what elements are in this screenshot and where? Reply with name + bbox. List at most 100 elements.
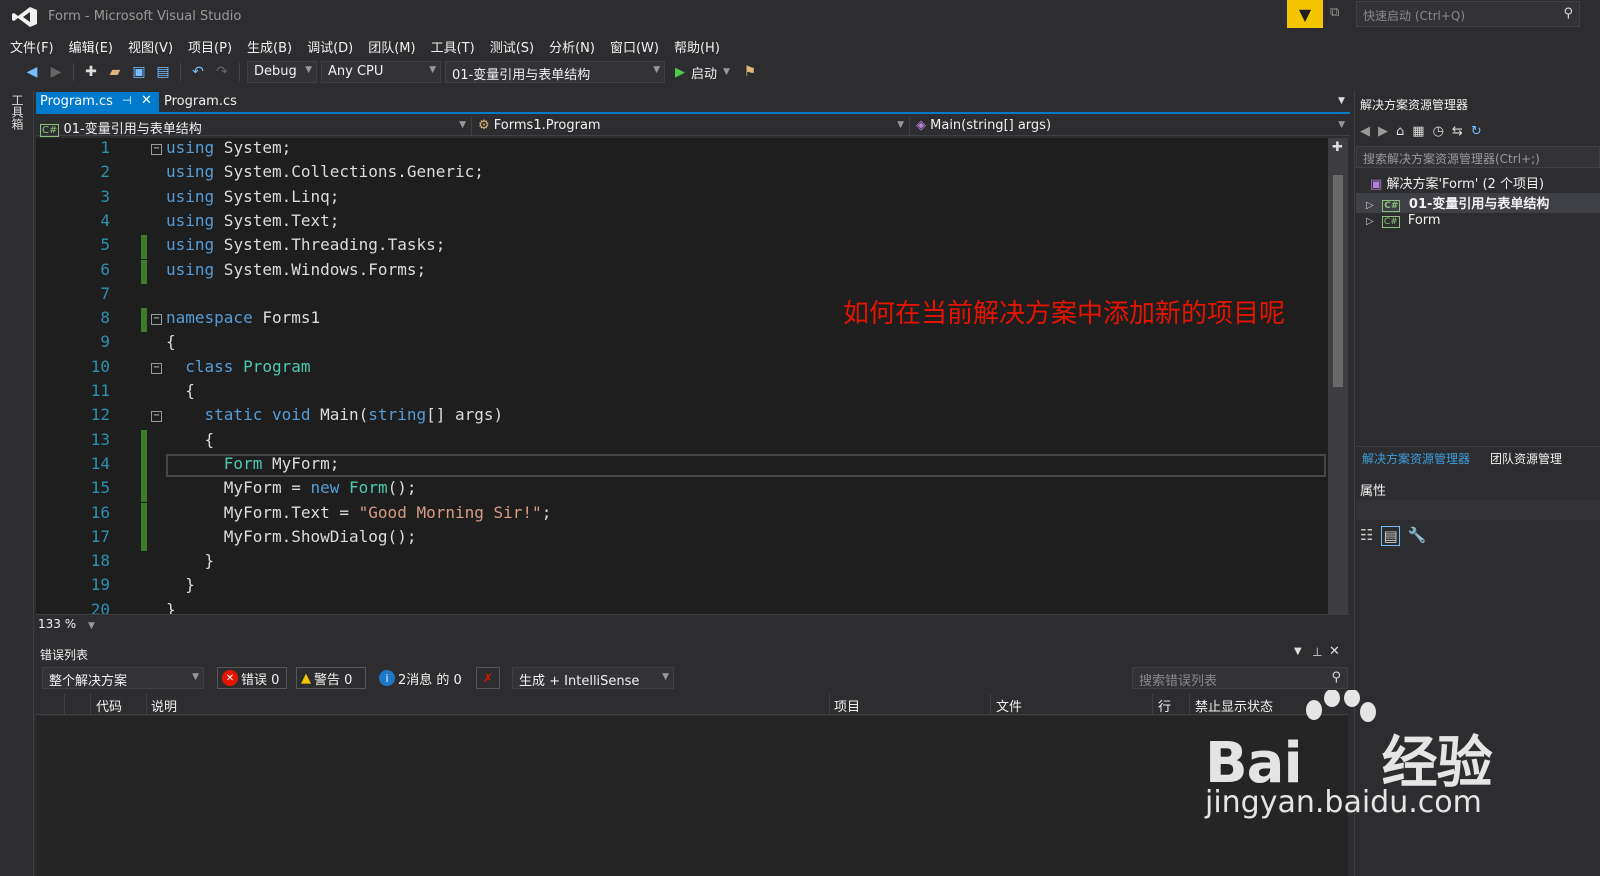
project-node-form[interactable]: ▷ C# Form: [1356, 213, 1600, 233]
column-suppression-state[interactable]: 禁止显示状态: [1195, 696, 1273, 715]
project-node-01[interactable]: ▷ C# 01-变量引用与表单结构: [1356, 193, 1600, 213]
categorized-icon[interactable]: ☷: [1360, 526, 1373, 546]
redo-icon[interactable]: ↷: [212, 62, 232, 82]
tab-solution-explorer[interactable]: 解决方案资源管理器: [1362, 450, 1470, 467]
menu-view[interactable]: 视图(V): [124, 34, 184, 56]
code-line[interactable]: 20}: [36, 600, 1330, 614]
save-icon[interactable]: ▣: [129, 62, 149, 82]
notification-filter-icon[interactable]: ▼: [1287, 0, 1323, 28]
menu-analyze[interactable]: 分析(N): [545, 34, 606, 56]
project-dropdown[interactable]: C# 01-变量引用与表单结构 ▼: [36, 117, 472, 137]
menu-test[interactable]: 测试(S): [486, 34, 545, 56]
find-in-files-icon[interactable]: ⚑: [740, 62, 760, 82]
sync-icon[interactable]: ⇆: [1452, 124, 1463, 139]
zoom-level[interactable]: 133 % ▼: [38, 617, 95, 631]
column-code[interactable]: 代码: [96, 696, 122, 715]
code-line[interactable]: 15 MyForm = new Form();: [36, 478, 1330, 503]
collapse-icon[interactable]: −: [151, 411, 162, 423]
pin-icon[interactable]: ⊣: [122, 94, 132, 107]
errors-filter-button[interactable]: ✕ 错误 0: [217, 667, 287, 689]
code-line[interactable]: 14 Form MyForm;: [36, 453, 1330, 478]
code-line[interactable]: 3 using System.Linq;: [36, 187, 1330, 211]
close-icon[interactable]: ✕: [141, 93, 152, 108]
menu-debug[interactable]: 调试(D): [303, 34, 364, 56]
code-line[interactable]: 17 MyForm.ShowDialog();: [36, 526, 1330, 551]
save-all-icon[interactable]: ▤: [153, 62, 173, 82]
tab-team-explorer[interactable]: 团队资源管理: [1490, 450, 1562, 467]
code-editor[interactable]: 1− using System; 2 using System.Collections…: [36, 138, 1330, 614]
collapse-icon[interactable]: −: [151, 314, 162, 326]
toolbox-tab[interactable]: 工具箱: [8, 94, 26, 130]
new-project-icon[interactable]: ✚: [81, 62, 101, 82]
startup-project-select[interactable]: 01-变量引用与表单结构 ▼: [445, 61, 665, 83]
platform-select[interactable]: Any CPU ▼: [321, 61, 441, 83]
home-icon[interactable]: ⌂: [1396, 124, 1404, 139]
column-line[interactable]: 行: [1158, 696, 1171, 715]
forward-icon[interactable]: ▶: [1378, 124, 1388, 139]
properties-object-select[interactable]: [1356, 500, 1600, 520]
pin-icon[interactable]: ⊥: [1312, 645, 1322, 659]
wrench-icon[interactable]: 🔧: [1408, 526, 1427, 546]
messages-filter-button[interactable]: i 2消息 的 0: [374, 667, 468, 689]
line-number: 7: [100, 283, 110, 303]
tab-list-dropdown-icon[interactable]: ▼: [1338, 96, 1345, 106]
error-scope-select[interactable]: 整个解决方案 ▼: [42, 667, 204, 689]
column-project[interactable]: 项目: [834, 696, 860, 715]
column-file[interactable]: 文件: [996, 696, 1022, 715]
menu-help[interactable]: 帮助(H): [670, 34, 731, 56]
solution-node[interactable]: ▣ 解决方案'Form' (2 个项目): [1356, 173, 1600, 193]
error-search-input[interactable]: 搜索错误列表 ⚲: [1132, 667, 1348, 689]
pending-changes-icon[interactable]: ◷: [1433, 124, 1444, 139]
back-icon[interactable]: ◀: [1360, 124, 1370, 139]
error-source-select[interactable]: 生成 + IntelliSense ▼: [512, 667, 674, 689]
solution-search-input[interactable]: 搜索解决方案资源管理器(Ctrl+;): [1356, 146, 1600, 168]
code-line[interactable]: 1 − using System;: [36, 138, 1330, 162]
code-line[interactable]: 12 − static void Main(string[] args): [36, 405, 1330, 429]
code-line[interactable]: 2 using System.Collections.Generic;: [36, 162, 1330, 186]
member-dropdown[interactable]: ◈ Main(string[] args) ▼: [912, 117, 1350, 136]
clear-filter-button[interactable]: ✗: [476, 667, 500, 689]
menu-tools[interactable]: 工具(T): [427, 34, 486, 56]
code-line[interactable]: 10 − class Program: [36, 357, 1330, 381]
code-line[interactable]: 19 }: [36, 575, 1330, 599]
code-line[interactable]: 16 MyForm.Text = "Good Morning Sir!";: [36, 502, 1330, 527]
split-window-icon[interactable]: ✚: [1332, 140, 1343, 155]
start-debugging-button[interactable]: ▶ 启动 ▼: [669, 63, 736, 82]
code-line[interactable]: 13 {: [36, 429, 1330, 454]
back-icon[interactable]: ◀: [22, 62, 42, 82]
code-line[interactable]: 11 {: [36, 381, 1330, 405]
scrollbar-thumb[interactable]: [1333, 175, 1343, 387]
startup-project-value: 01-变量引用与表单结构: [452, 68, 591, 83]
solution-icon: ▣: [1370, 177, 1383, 192]
property-pages-icon[interactable]: ▤: [1381, 526, 1400, 546]
tab-program-cs[interactable]: Program.cs: [164, 94, 237, 109]
solution-config-select[interactable]: Debug ▼: [247, 61, 317, 83]
collapse-icon[interactable]: −: [151, 144, 162, 155]
chevron-down-icon: ▼: [1338, 120, 1345, 130]
warnings-filter-button[interactable]: ▲ 警告 0: [296, 667, 366, 689]
code-line[interactable]: 6 using System.Windows.Forms;: [36, 259, 1330, 284]
search-icon[interactable]: ⚲: [1563, 6, 1573, 21]
open-file-icon[interactable]: ▰: [105, 62, 125, 82]
undo-icon[interactable]: ↶: [188, 62, 208, 82]
menu-project[interactable]: 项目(P): [184, 34, 243, 56]
code-line[interactable]: 9{: [36, 332, 1330, 356]
menu-edit[interactable]: 编辑(E): [65, 34, 124, 56]
window-menu-icon[interactable]: ▼: [1294, 646, 1302, 657]
menu-team[interactable]: 团队(M): [364, 34, 426, 56]
feedback-icon[interactable]: ⧉: [1330, 5, 1350, 23]
column-description[interactable]: 说明: [151, 696, 177, 715]
menu-window[interactable]: 窗口(W): [606, 34, 670, 56]
collapse-icon[interactable]: −: [151, 362, 162, 374]
class-dropdown[interactable]: ⚙ Forms1.Program ▼: [474, 117, 910, 136]
refresh-icon[interactable]: ↻: [1471, 124, 1482, 139]
forward-icon[interactable]: ▶: [46, 62, 66, 82]
switch-views-icon[interactable]: ▦: [1412, 124, 1424, 139]
menu-file[interactable]: 文件(F): [6, 34, 65, 56]
quick-launch-input[interactable]: 快速启动 (Ctrl+Q) ⚲: [1356, 1, 1580, 27]
code-line[interactable]: 5 using System.Threading.Tasks;: [36, 235, 1330, 260]
code-line[interactable]: 18 }: [36, 551, 1330, 575]
close-icon[interactable]: ✕: [1329, 644, 1340, 659]
menu-build[interactable]: 生成(B): [243, 34, 303, 56]
code-line[interactable]: 4 using System.Text;: [36, 211, 1330, 235]
